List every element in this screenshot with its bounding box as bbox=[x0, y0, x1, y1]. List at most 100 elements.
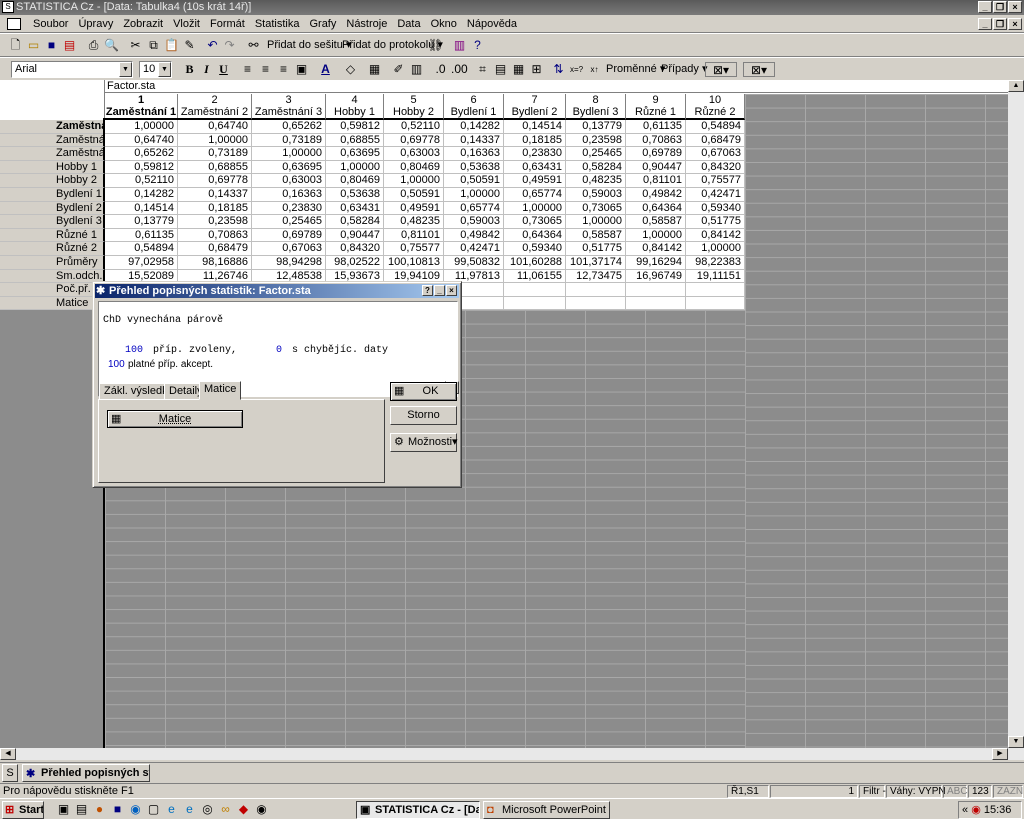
calc-icon[interactable]: ⊞ bbox=[529, 62, 544, 77]
menu-9[interactable]: Okno bbox=[426, 16, 462, 33]
table-cell[interactable] bbox=[626, 296, 686, 311]
ok-button[interactable]: ▦ OK bbox=[390, 382, 457, 401]
table-cell[interactable]: 0,58284 bbox=[566, 160, 626, 175]
table-cell[interactable]: 98,16886 bbox=[178, 256, 252, 270]
row-header[interactable]: Hobby 1 bbox=[0, 160, 105, 175]
table-cell[interactable]: 1,00000 bbox=[178, 133, 252, 148]
merge-icon[interactable]: ▣ bbox=[294, 62, 309, 77]
table-cell[interactable]: 0,65774 bbox=[504, 188, 566, 202]
menu-7[interactable]: Nástroje bbox=[341, 16, 392, 33]
row-header[interactable]: Bydlení 1 bbox=[0, 188, 105, 202]
table-cell[interactable]: 0,49842 bbox=[626, 188, 686, 202]
row-header[interactable]: Hobby 2 bbox=[0, 174, 105, 188]
table-cell[interactable]: 0,65774 bbox=[444, 201, 504, 216]
table-cell[interactable]: 0,90447 bbox=[326, 228, 384, 243]
table-cell[interactable]: 0,59340 bbox=[686, 201, 745, 216]
grid-icon[interactable]: ▥ bbox=[409, 62, 424, 77]
scroll-up-icon[interactable]: ▲ bbox=[1008, 80, 1024, 92]
paste-icon[interactable]: 📋 bbox=[164, 38, 179, 53]
table-cell[interactable] bbox=[626, 283, 686, 297]
table-cell[interactable]: 0,52110 bbox=[384, 120, 444, 134]
status-weights[interactable]: Váhy: VYPN bbox=[886, 785, 946, 798]
table-cell[interactable]: 0,75577 bbox=[384, 242, 444, 256]
table-cell[interactable]: 0,65262 bbox=[252, 120, 326, 134]
row-header[interactable]: Zaměstná bbox=[0, 147, 105, 161]
table-cell[interactable]: 0,64740 bbox=[178, 120, 252, 134]
menu-5[interactable]: Statistika bbox=[250, 16, 305, 33]
table-cell[interactable]: 0,13779 bbox=[566, 120, 626, 134]
cases-menu-button[interactable]: Případy ▾ bbox=[661, 62, 708, 77]
table-cell[interactable]: 1,00000 bbox=[326, 160, 384, 175]
table-cell[interactable]: 0,58587 bbox=[626, 215, 686, 229]
table-cell[interactable]: 0,52110 bbox=[105, 174, 178, 188]
table-cell[interactable]: 0,25465 bbox=[252, 215, 326, 229]
dialog-help-icon[interactable]: ? bbox=[422, 285, 433, 296]
chevron-down-icon[interactable]: ▼ bbox=[158, 62, 171, 77]
open-folder-icon[interactable]: ▭ bbox=[26, 38, 41, 53]
marker-icon[interactable]: ✐ bbox=[391, 62, 406, 77]
table-cell[interactable]: 0,14337 bbox=[178, 188, 252, 202]
table-cell[interactable]: 0,68479 bbox=[178, 242, 252, 256]
tray-app-icon[interactable]: ◉ bbox=[971, 804, 981, 816]
column-header[interactable]: 9 Různé 1 bbox=[626, 94, 686, 120]
table-cell[interactable]: 101,60288 bbox=[504, 256, 566, 270]
table-cell[interactable]: 0,67063 bbox=[252, 242, 326, 256]
format-painter-icon[interactable]: ✎ bbox=[182, 38, 197, 53]
table-cell[interactable]: 12,73475 bbox=[566, 269, 626, 284]
table-cell[interactable]: 0,59003 bbox=[444, 215, 504, 229]
firefox-icon[interactable]: ● bbox=[92, 802, 107, 817]
table-cell[interactable]: 0,48235 bbox=[566, 174, 626, 188]
table-cell[interactable] bbox=[504, 283, 566, 297]
align-center-icon[interactable]: ≡ bbox=[258, 62, 273, 77]
table-cell[interactable]: 0,59003 bbox=[566, 188, 626, 202]
column-header[interactable]: 5 Hobby 2 bbox=[384, 94, 444, 120]
status-filter[interactable]: Filtr - bbox=[859, 785, 886, 798]
table-cell[interactable]: 99,16294 bbox=[626, 256, 686, 270]
table-cell[interactable] bbox=[566, 296, 626, 311]
table-cell[interactable]: 0,69789 bbox=[252, 228, 326, 243]
binoculars-icon[interactable]: ⚯ bbox=[246, 38, 261, 53]
table-cell[interactable] bbox=[504, 296, 566, 311]
table-cell[interactable] bbox=[566, 283, 626, 297]
explorer-icon[interactable]: ▤ bbox=[74, 802, 89, 817]
table-cell[interactable]: 0,23830 bbox=[504, 147, 566, 161]
font-select[interactable]: Arial ▼ bbox=[11, 61, 133, 78]
vertical-scrollbar[interactable]: ▲ ▼ bbox=[1008, 80, 1024, 748]
recode-icon[interactable]: x=? bbox=[569, 62, 584, 77]
link-icon[interactable]: ⛓ bbox=[428, 38, 443, 53]
floppy-icon[interactable]: ■ bbox=[110, 802, 125, 817]
insert-icon[interactable]: ▤ bbox=[493, 62, 508, 77]
table-cell[interactable]: 97,02958 bbox=[105, 256, 178, 270]
table-cell[interactable]: 0,73189 bbox=[178, 147, 252, 161]
table-cell[interactable]: 0,53638 bbox=[326, 188, 384, 202]
ie2-icon[interactable]: e bbox=[182, 802, 197, 817]
weights-icon[interactable]: ⊠▾ bbox=[743, 62, 775, 77]
print-preview-icon[interactable]: 🔍 bbox=[104, 38, 119, 53]
tab-matrix[interactable]: Matice bbox=[199, 381, 242, 400]
help-pointer-icon[interactable]: ? bbox=[470, 38, 485, 53]
books-icon[interactable]: ▥ bbox=[452, 38, 467, 53]
column-header[interactable]: 1 Zaměstnání 1 bbox=[105, 94, 178, 120]
dialog-close-icon[interactable]: × bbox=[446, 285, 457, 296]
table-cell[interactable]: 0,23598 bbox=[178, 215, 252, 229]
variables-menu-button[interactable]: Proměnné ▾ bbox=[606, 62, 665, 77]
table-cell[interactable]: 0,54894 bbox=[686, 120, 745, 134]
menu-4[interactable]: Formát bbox=[205, 16, 250, 33]
table-cell[interactable]: 0,18185 bbox=[504, 133, 566, 148]
copy-icon[interactable]: ⧉ bbox=[146, 38, 161, 53]
table-cell[interactable]: 0,69778 bbox=[178, 174, 252, 188]
table-cell[interactable]: 0,70863 bbox=[626, 133, 686, 148]
save-icon[interactable]: ■ bbox=[44, 38, 59, 53]
taskbar-powerpoint[interactable]: ◘ Microsoft PowerPoint - [... bbox=[483, 801, 610, 819]
document-icon[interactable] bbox=[7, 18, 21, 30]
table-cell[interactable]: 0,65262 bbox=[105, 147, 178, 161]
table-cell[interactable] bbox=[686, 283, 745, 297]
table-cell[interactable]: 0,14514 bbox=[504, 120, 566, 134]
quicklaunch-icon[interactable]: ▣ bbox=[56, 802, 71, 817]
table-cell[interactable]: 0,14337 bbox=[444, 133, 504, 148]
font-size-select[interactable]: 10 ▼ bbox=[139, 61, 172, 78]
redo-icon[interactable]: ↷ bbox=[222, 38, 237, 53]
app2-icon[interactable]: ▢ bbox=[146, 802, 161, 817]
statistica-app-icon[interactable]: S bbox=[2, 1, 14, 13]
table-cell[interactable] bbox=[686, 296, 745, 311]
